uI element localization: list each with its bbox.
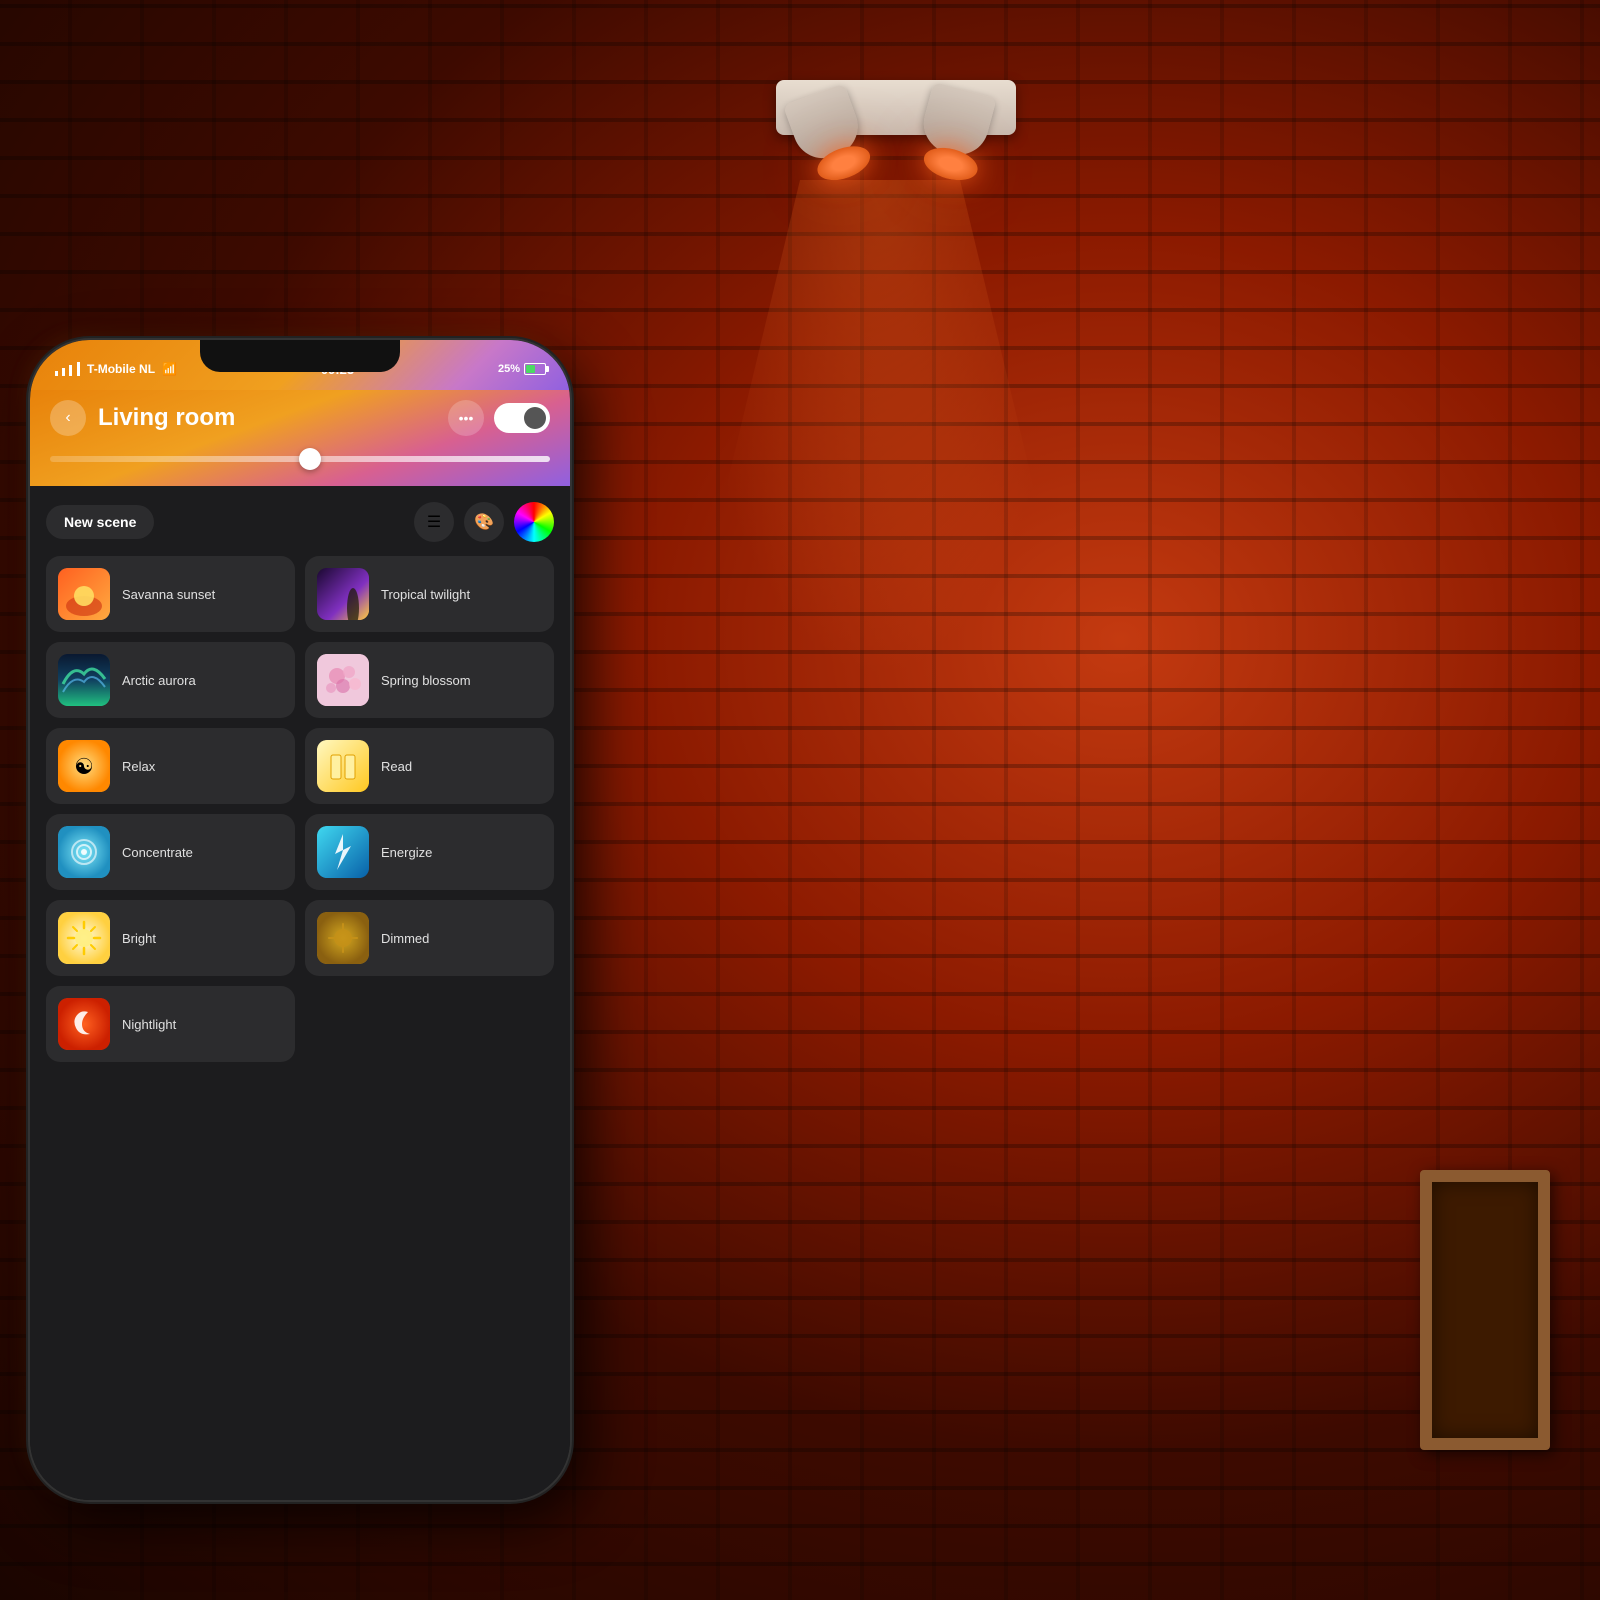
scene-label-concentrate: Concentrate (122, 845, 193, 860)
phone-screen: T-Mobile NL 📶 09:23 25% ‹ (30, 340, 570, 1500)
scene-label-energize: Energize (381, 845, 432, 860)
scene-thumb-nightlight (58, 998, 110, 1050)
scene-thumb-energize (317, 826, 369, 878)
scenes-grid: Savanna sunset Tropical twilight (46, 556, 554, 1062)
scene-thumb-spring (317, 654, 369, 706)
scene-arctic-aurora[interactable]: Arctic aurora (46, 642, 295, 718)
list-view-button[interactable]: ☰ (414, 502, 454, 542)
scene-label-tropical: Tropical twilight (381, 587, 470, 602)
header-actions: ••• (448, 400, 550, 436)
scene-read[interactable]: Read (305, 728, 554, 804)
battery-icon (524, 363, 546, 375)
phone: T-Mobile NL 📶 09:23 25% ‹ (30, 340, 570, 1500)
brightness-slider[interactable] (50, 452, 550, 466)
battery-tip (546, 366, 549, 372)
scene-label-arctic: Arctic aurora (122, 673, 196, 688)
scene-thumb-relax: ☯ (58, 740, 110, 792)
scene-concentrate[interactable]: Concentrate (46, 814, 295, 890)
scene-relax[interactable]: ☯ Relax (46, 728, 295, 804)
scene-dimmed[interactable]: Dimmed (305, 900, 554, 976)
room-title: Living room (98, 404, 448, 432)
back-button[interactable]: ‹ (50, 400, 86, 436)
battery-percent: 25% (498, 363, 520, 375)
header-row: ‹ Living room ••• (50, 400, 550, 436)
scene-thumb-arctic (58, 654, 110, 706)
scene-label-read: Read (381, 759, 412, 774)
scene-label-relax: Relax (122, 759, 155, 774)
svg-text:☯: ☯ (74, 754, 94, 779)
status-right: 25% (498, 363, 546, 375)
carrier-label: T-Mobile NL (87, 362, 155, 376)
picture-frame (1420, 1170, 1550, 1450)
scene-label-savanna: Savanna sunset (122, 587, 215, 602)
scene-label-dimmed: Dimmed (381, 931, 429, 946)
scenes-toolbar: New scene ☰ 🎨 (46, 502, 554, 542)
more-button[interactable]: ••• (448, 400, 484, 436)
power-toggle[interactable] (494, 403, 550, 433)
scene-label-bright: Bright (122, 931, 156, 946)
toggle-knob (524, 407, 546, 429)
scene-spring-blossom[interactable]: Spring blossom (305, 642, 554, 718)
brightness-thumb[interactable] (299, 448, 321, 470)
scenes-section: New scene ☰ 🎨 (30, 486, 570, 1078)
scene-thumb-savanna (58, 568, 110, 620)
toolbar-icons: ☰ 🎨 (414, 502, 554, 542)
status-left: T-Mobile NL 📶 (54, 362, 177, 376)
battery-fill (526, 365, 535, 373)
color-wheel-button[interactable] (514, 502, 554, 542)
scene-bright[interactable]: Bright (46, 900, 295, 976)
header-section: ‹ Living room ••• (30, 390, 570, 486)
phone-frame: T-Mobile NL 📶 09:23 25% ‹ (30, 340, 570, 1500)
scene-thumb-concentrate (58, 826, 110, 878)
palette-button[interactable]: 🎨 (464, 502, 504, 542)
light-fixture (736, 60, 1056, 200)
scene-thumb-bright (58, 912, 110, 964)
scene-thumb-dimmed (317, 912, 369, 964)
scene-label-spring: Spring blossom (381, 673, 471, 688)
new-scene-button[interactable]: New scene (46, 505, 154, 539)
back-icon: ‹ (65, 409, 70, 427)
scene-nightlight[interactable]: Nightlight (46, 986, 295, 1062)
scene-thumb-read (317, 740, 369, 792)
wifi-icon: 📶 (162, 362, 177, 376)
scene-energize[interactable]: Energize (305, 814, 554, 890)
signal-icon (54, 362, 80, 376)
scene-savanna-sunset[interactable]: Savanna sunset (46, 556, 295, 632)
palette-icon: 🎨 (474, 512, 494, 532)
more-icon: ••• (459, 410, 474, 426)
scene-tropical-twilight[interactable]: Tropical twilight (305, 556, 554, 632)
scene-label-nightlight: Nightlight (122, 1017, 176, 1032)
scene-thumb-tropical (317, 568, 369, 620)
notch (200, 340, 400, 372)
list-icon: ☰ (427, 512, 441, 532)
brightness-track (50, 456, 550, 462)
